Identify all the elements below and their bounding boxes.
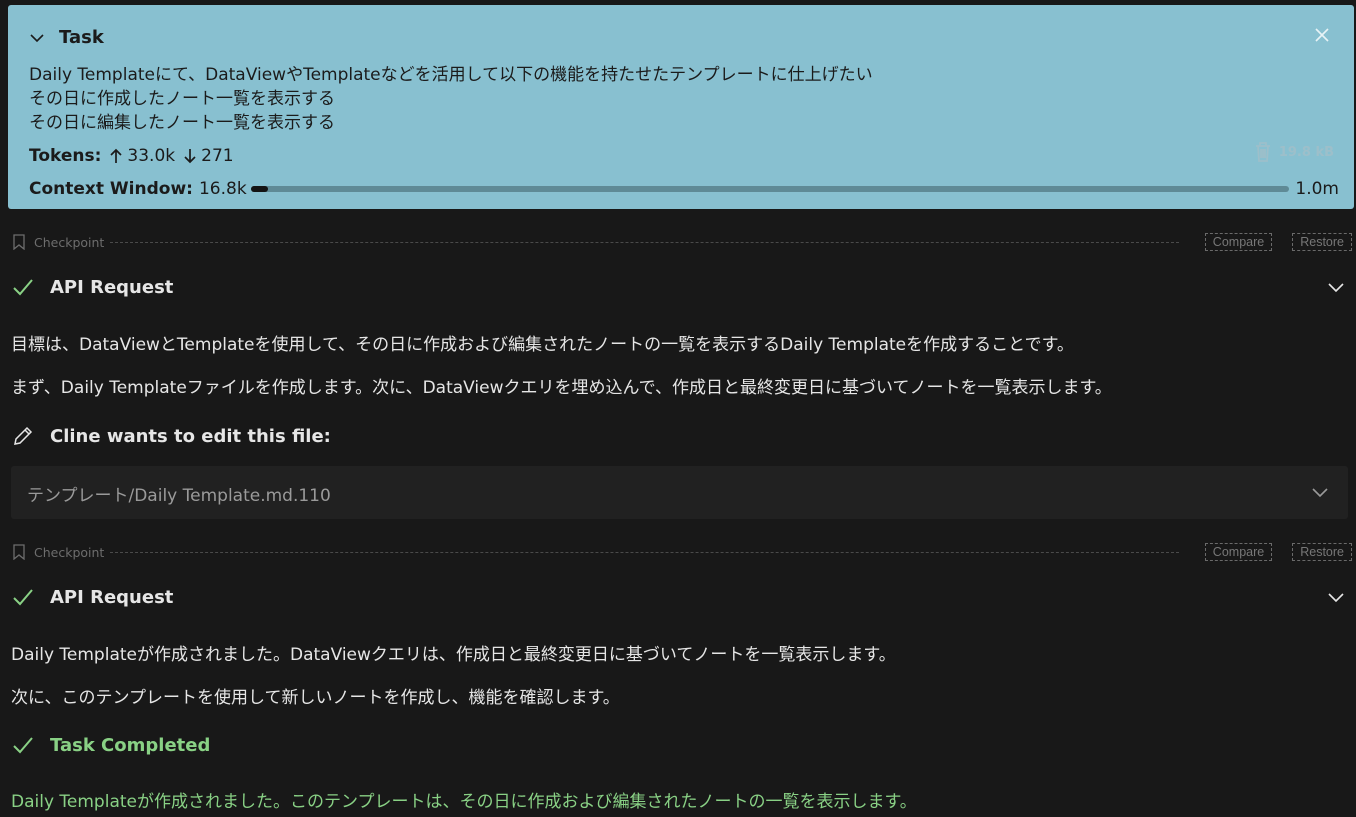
- task-title: Task: [59, 27, 104, 48]
- arrow-up-icon: [110, 148, 123, 163]
- pencil-icon: [14, 426, 33, 445]
- checkpoint-row: Checkpoint Compare Restore: [12, 541, 1352, 563]
- response-text: 次に、このテンプレートを使用して新しいノートを作成し、機能を確認します。: [11, 688, 620, 708]
- context-progress-fill: [250, 186, 269, 192]
- task-line: Daily Templateにて、DataViewやTemplateなどを活用し…: [29, 65, 873, 85]
- api-request-title: API Request: [50, 276, 174, 298]
- completion-text: Daily Templateが作成されました。このテンプレートは、その日に作成お…: [11, 792, 917, 812]
- task-completed-header: Task Completed: [12, 734, 1348, 756]
- context-label: Context Window:: [29, 179, 193, 199]
- checkpoint-divider: [110, 241, 1179, 243]
- file-diff-box[interactable]: テンプレート/Daily Template.md.110: [11, 466, 1348, 519]
- task-size[interactable]: 19.8 kB: [1253, 141, 1334, 163]
- task-card: Task Daily Templateにて、DataViewやTemplateな…: [8, 5, 1354, 209]
- check-icon: [13, 737, 33, 754]
- checkpoint-label: Checkpoint: [34, 234, 105, 250]
- close-icon[interactable]: [1312, 25, 1332, 45]
- compare-button[interactable]: Compare: [1204, 233, 1273, 251]
- context-window-row: Context Window: 16.8k 1.0m: [29, 176, 1339, 202]
- restore-button[interactable]: Restore: [1292, 543, 1352, 561]
- tokens-label: Tokens:: [29, 146, 102, 166]
- check-icon: [13, 279, 33, 296]
- arrow-down-icon: [184, 149, 196, 164]
- restore-button[interactable]: Restore: [1292, 233, 1352, 251]
- chevron-down-icon[interactable]: [1326, 277, 1346, 297]
- tokens-row: Tokens: 33.0k 271: [29, 146, 242, 166]
- api-request-header[interactable]: API Request: [12, 586, 1348, 608]
- context-max: 1.0m: [1295, 179, 1339, 199]
- task-completed-title: Task Completed: [50, 734, 211, 756]
- context-used: 16.8k: [198, 179, 247, 199]
- response-text: Daily Templateが作成されました。DataViewクエリは、作成日と…: [11, 645, 896, 665]
- trash-icon[interactable]: [1253, 141, 1273, 163]
- chevron-down-icon: [30, 33, 44, 42]
- checkpoint-label: Checkpoint: [34, 544, 105, 560]
- check-icon: [13, 589, 33, 606]
- size-value: 19.8 kB: [1278, 144, 1334, 160]
- compare-button[interactable]: Compare: [1204, 543, 1273, 561]
- response-text: まず、Daily Templateファイルを作成します。次に、DataViewク…: [11, 378, 1112, 398]
- chevron-down-icon[interactable]: [1326, 587, 1346, 607]
- api-request-title: API Request: [50, 586, 174, 608]
- context-progress-bar: [250, 186, 1290, 192]
- task-line: その日に編集したノート一覧を表示する: [29, 113, 335, 133]
- checkpoint-divider: [110, 551, 1179, 553]
- checkpoint-row: Checkpoint Compare Restore: [12, 231, 1352, 253]
- chevron-down-icon[interactable]: [1310, 482, 1330, 502]
- task-description: Daily Templateにて、DataViewやTemplateなどを活用し…: [29, 63, 873, 135]
- bookmark-icon: [13, 234, 25, 250]
- tokens-in: 33.0k: [127, 146, 176, 166]
- file-path: テンプレート/Daily Template.md.110: [27, 486, 331, 506]
- task-line: その日に作成したノート一覧を表示する: [29, 89, 335, 109]
- bookmark-icon: [13, 544, 25, 560]
- tokens-out: 271: [201, 146, 234, 166]
- edit-file-title: Cline wants to edit this file:: [50, 425, 331, 447]
- response-text: 目標は、DataViewとTemplateを使用して、その日に作成および編集され…: [11, 335, 1074, 355]
- api-request-header[interactable]: API Request: [12, 276, 1348, 298]
- edit-file-header: Cline wants to edit this file:: [12, 425, 1348, 447]
- task-header[interactable]: Task: [28, 27, 104, 48]
